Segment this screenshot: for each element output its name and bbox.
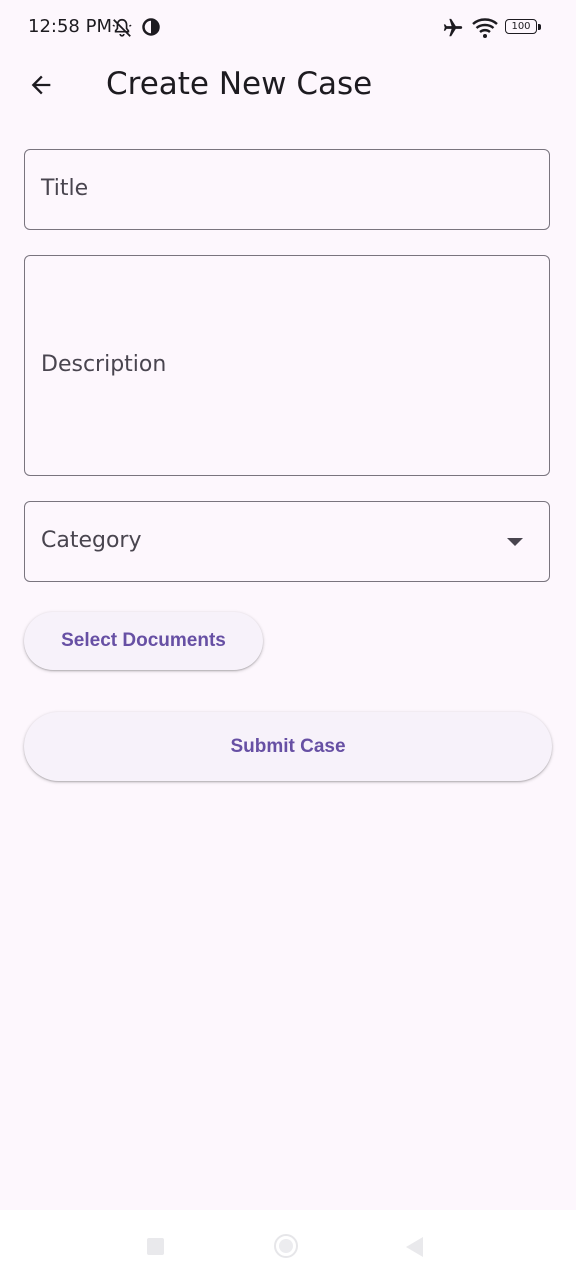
- description-field[interactable]: Description: [24, 255, 550, 476]
- status-time: 12:58 PM: [28, 16, 112, 37]
- category-dropdown[interactable]: Category: [24, 501, 550, 582]
- title-field-label: Title: [41, 176, 89, 201]
- app-bar: Create New Case: [0, 56, 576, 112]
- recents-icon[interactable]: [147, 1238, 164, 1255]
- battery-icon: 100: [505, 19, 537, 34]
- nav-back-icon[interactable]: [406, 1237, 423, 1257]
- description-field-label: Description: [41, 352, 167, 377]
- dropdown-arrow-icon: [507, 538, 523, 546]
- arrow-back-icon: [31, 75, 51, 95]
- battery-level: 100: [511, 20, 531, 32]
- select-documents-button[interactable]: Select Documents: [24, 612, 263, 670]
- category-dropdown-label: Category: [41, 528, 142, 553]
- page-title: Create New Case: [106, 66, 373, 102]
- airplane-icon: [443, 18, 463, 37]
- back-button[interactable]: [20, 64, 62, 106]
- status-bar: 12:58 PM 100: [0, 0, 576, 56]
- system-nav-bar: [0, 1210, 576, 1280]
- data-saver-icon: [142, 18, 160, 36]
- home-icon[interactable]: [274, 1234, 298, 1258]
- mute-icon: [112, 18, 132, 37]
- submit-case-button[interactable]: Submit Case: [24, 712, 552, 781]
- title-field[interactable]: Title: [24, 149, 550, 230]
- wifi-icon: [472, 18, 498, 38]
- battery-tip: [538, 24, 541, 30]
- screen: 12:58 PM 100 Create New Case Title Descr…: [0, 0, 576, 1280]
